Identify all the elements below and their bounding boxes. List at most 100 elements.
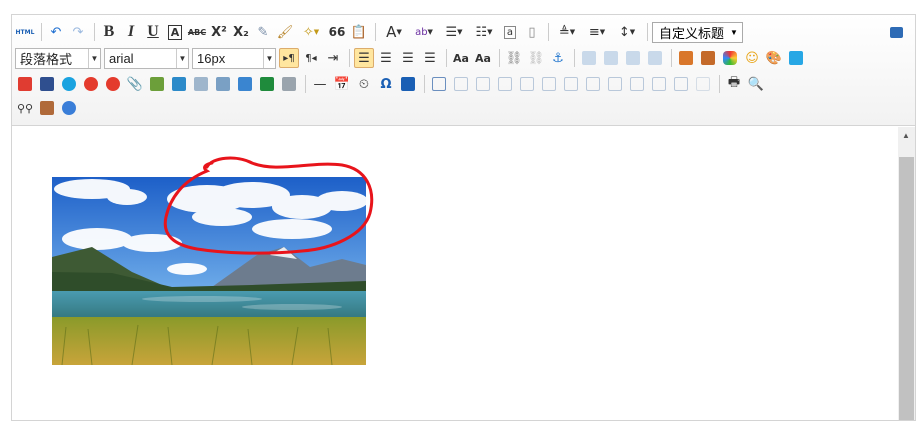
separator <box>719 75 720 93</box>
scrollbar-thumb[interactable] <box>899 157 914 420</box>
paperclip-icon[interactable]: 📎 <box>125 74 145 94</box>
delete-table-icon[interactable] <box>451 74 471 94</box>
insert-col-icon[interactable] <box>539 74 559 94</box>
merge-cells-icon[interactable] <box>583 74 603 94</box>
align-justify-icon[interactable]: ☰ <box>420 48 440 68</box>
bold-button[interactable]: B <box>99 22 119 42</box>
insert-caption-icon[interactable] <box>473 74 493 94</box>
video-icon[interactable] <box>15 74 35 94</box>
shop-icon[interactable] <box>81 74 101 94</box>
html-source-button[interactable]: HTML <box>15 22 35 42</box>
attachment-icon[interactable] <box>37 74 57 94</box>
unordered-list-icon[interactable]: ☷ ▼ <box>470 22 498 42</box>
lowercase-icon[interactable]: Aa <box>473 48 493 68</box>
phone-icon[interactable] <box>398 74 418 94</box>
scroll-up-icon[interactable]: ▲ <box>902 131 910 140</box>
image-left-icon[interactable] <box>601 48 621 68</box>
vertical-scrollbar[interactable]: ▲ <box>898 127 915 420</box>
music-icon[interactable] <box>786 48 806 68</box>
insert-row-icon[interactable] <box>495 74 515 94</box>
italic-button[interactable]: I <box>121 22 141 42</box>
clear-doc-icon[interactable]: ▯ <box>522 22 542 42</box>
split-cells-icon[interactable] <box>649 74 669 94</box>
font-color-icon[interactable]: A ▼ <box>380 22 408 42</box>
align-center-icon[interactable]: ☰ <box>376 48 396 68</box>
image-right-icon[interactable] <box>623 48 643 68</box>
insert-image-icon[interactable] <box>698 48 718 68</box>
picture-icon[interactable] <box>169 74 189 94</box>
ltr-direction-icon[interactable]: ▸¶ <box>279 48 299 68</box>
superscript-icon[interactable]: X² <box>209 22 229 42</box>
font-border-icon[interactable]: A <box>165 22 185 42</box>
split-cols-icon[interactable] <box>693 74 713 94</box>
link-icon[interactable]: ⛓ <box>504 48 524 68</box>
merge-right-icon[interactable] <box>605 74 625 94</box>
indent-icon[interactable]: ⇥ <box>323 48 343 68</box>
font-family-select[interactable]: arial ▼ <box>104 47 189 69</box>
row-spacing-bottom-icon[interactable]: ≡ ▼ <box>583 22 611 42</box>
blockquote-icon[interactable]: 66 <box>327 22 347 42</box>
background-icon[interactable] <box>235 74 255 94</box>
custom-title-select[interactable]: 自定义标题 ▼ <box>652 21 743 43</box>
omega-label: Ω <box>380 76 392 92</box>
strikethrough-icon[interactable]: ABC <box>187 22 207 42</box>
background-color-icon[interactable]: ab ▼ <box>410 22 438 42</box>
image-center-icon[interactable] <box>645 48 665 68</box>
paragraph-format-select[interactable]: 段落格式 ▼ <box>15 47 101 69</box>
date-icon[interactable]: 📅 <box>332 74 352 94</box>
unlink-icon[interactable]: ⛓ <box>526 48 546 68</box>
delete-col-icon[interactable] <box>561 74 581 94</box>
drafts-icon[interactable] <box>37 98 57 118</box>
align-right-icon[interactable]: ☰ <box>398 48 418 68</box>
separator <box>446 49 447 67</box>
underline-button[interactable]: U <box>143 22 163 42</box>
time-icon[interactable]: ⏲ <box>354 74 374 94</box>
grid-icon[interactable] <box>257 74 277 94</box>
separator <box>671 49 672 67</box>
separator <box>94 23 95 41</box>
wordimage-icon[interactable] <box>279 74 299 94</box>
help-circle-icon[interactable] <box>103 74 123 94</box>
paste-plain-icon[interactable]: 📋 <box>349 22 369 42</box>
anchor-icon[interactable]: ⚓ <box>548 48 568 68</box>
simple-upload-icon[interactable] <box>676 48 696 68</box>
subscript-icon[interactable]: X₂ <box>231 22 251 42</box>
format-brush-icon[interactable]: 🖌 <box>275 22 295 42</box>
eraser-icon[interactable]: ✎ <box>253 22 273 42</box>
separator <box>647 23 648 41</box>
redo-icon[interactable]: ↷ <box>68 22 88 42</box>
separator <box>424 75 425 93</box>
special-char-icon[interactable]: Ω <box>376 74 396 94</box>
scrawl-icon[interactable]: 🎨 <box>764 48 784 68</box>
font-size-label: 16px <box>197 50 226 66</box>
search-replace-icon[interactable]: ⚲⚲ <box>15 98 35 118</box>
select-all-icon[interactable]: a <box>500 22 520 42</box>
fullscreen-icon[interactable] <box>886 22 906 42</box>
template-icon[interactable] <box>191 74 211 94</box>
page-break-icon[interactable] <box>213 74 233 94</box>
split-rows-icon[interactable] <box>671 74 691 94</box>
editor-content[interactable] <box>12 127 896 420</box>
image-insert-icon[interactable] <box>147 74 167 94</box>
uppercase-icon[interactable]: Aa <box>451 48 471 68</box>
help-icon[interactable] <box>59 98 79 118</box>
insert-table-icon[interactable] <box>429 74 449 94</box>
preview-icon[interactable]: 🔍 <box>746 74 766 94</box>
line-height-icon[interactable]: ↕ ▼ <box>613 22 641 42</box>
print-icon[interactable]: 🖶 <box>724 74 744 94</box>
emotion-icon[interactable]: ☺ <box>742 48 762 68</box>
font-size-select[interactable]: 16px ▼ <box>192 47 276 69</box>
delete-row-icon[interactable] <box>517 74 537 94</box>
map-icon[interactable] <box>720 48 740 68</box>
horizontal-rule-icon[interactable]: — <box>310 74 330 94</box>
undo-icon[interactable]: ↶ <box>46 22 66 42</box>
image-none-icon[interactable] <box>579 48 599 68</box>
ordered-list-icon[interactable]: ☰ ▼ <box>440 22 468 42</box>
align-left-icon[interactable]: ☰ <box>354 48 374 68</box>
merge-down-icon[interactable] <box>627 74 647 94</box>
row-spacing-top-icon[interactable]: ≜ ▼ <box>553 22 581 42</box>
play-icon[interactable] <box>59 74 79 94</box>
auto-format-icon[interactable]: ✧ ▼ <box>297 22 325 42</box>
rtl-direction-icon[interactable]: ¶◂ <box>301 48 321 68</box>
chevron-down-icon: ▼ <box>176 48 188 68</box>
